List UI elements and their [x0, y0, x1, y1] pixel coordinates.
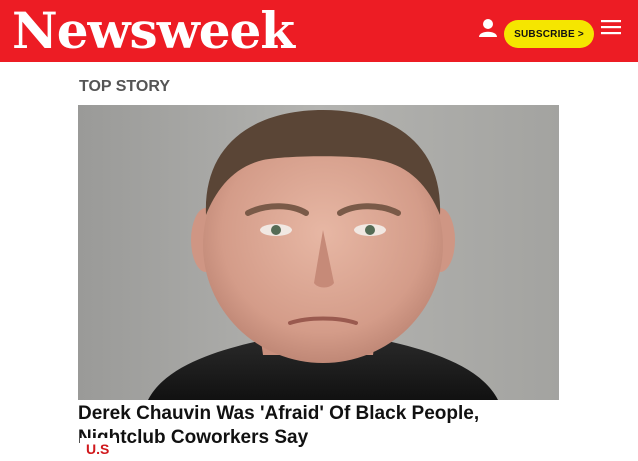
user-icon[interactable]: [478, 18, 498, 38]
hamburger-menu-icon[interactable]: [600, 18, 622, 36]
subscribe-button[interactable]: SUBSCRIBE >: [504, 20, 594, 48]
category-tag[interactable]: U.S: [80, 438, 118, 461]
hero-image[interactable]: [78, 105, 559, 400]
mugshot-photo: [78, 105, 559, 400]
headline-link[interactable]: Derek Chauvin Was 'Afraid' Of Black Peop…: [78, 402, 558, 450]
newsweek-logo[interactable]: Newsweek: [12, 2, 295, 60]
site-header: Newsweek SUBSCRIBE >: [0, 0, 638, 62]
section-label-top-story: TOP STORY: [79, 78, 170, 95]
